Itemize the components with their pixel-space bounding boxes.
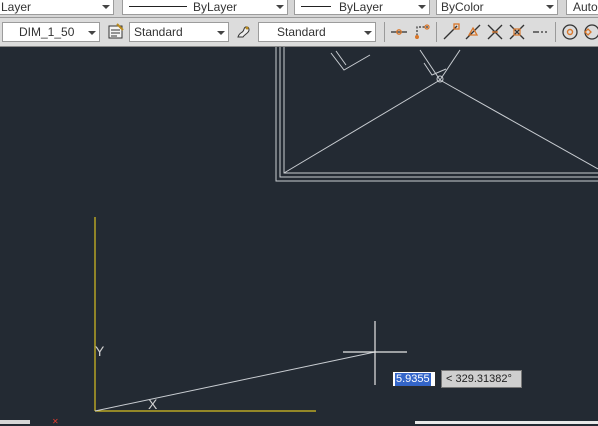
roof-geometry bbox=[283, 49, 598, 174]
lineweight-sample bbox=[301, 6, 331, 7]
color-dropdown[interactable]: ByColor bbox=[436, 0, 558, 15]
dimstyle-dropdown[interactable]: DIM_1_50 bbox=[2, 22, 100, 42]
close-icon[interactable]: ✕ bbox=[52, 418, 60, 426]
textstyle-dropdown-value: Standard bbox=[134, 25, 183, 39]
properties-toolbar: Layer ByLayer ByLayer ByColor Auto bbox=[0, 0, 598, 18]
snap-intersection-icon[interactable] bbox=[485, 22, 505, 42]
temporary-track-point-graphic bbox=[391, 29, 407, 35]
chevron-down-icon bbox=[418, 5, 426, 9]
snap-extension-graphic bbox=[533, 31, 549, 33]
linetype-dropdown-value: ByLayer bbox=[193, 0, 238, 14]
lineweight-dropdown-value: ByLayer bbox=[339, 0, 384, 14]
snap-quadrant-graphic bbox=[584, 24, 598, 40]
layer-dropdown[interactable]: Layer bbox=[0, 0, 114, 15]
styles-toolbar: DIM_1_50 Standard Standard bbox=[0, 18, 598, 47]
distance-input[interactable]: 5.9355 bbox=[392, 371, 436, 387]
linetype-sample bbox=[129, 6, 187, 7]
drawing-canvas[interactable]: Y X bbox=[0, 47, 598, 424]
snap-center-graphic bbox=[562, 24, 578, 40]
distance-input-value: 5.9355 bbox=[395, 373, 431, 386]
snap-from-icon[interactable] bbox=[412, 22, 432, 42]
dimstyle-dropdown-value: DIM_1_50 bbox=[19, 25, 75, 39]
chevron-down-icon bbox=[546, 5, 554, 9]
snap-endpoint-graphic bbox=[443, 23, 460, 40]
snap-quadrant-icon[interactable] bbox=[582, 22, 598, 42]
linetype-dropdown[interactable]: ByLayer bbox=[122, 0, 288, 15]
snap-midpoint-icon[interactable] bbox=[463, 22, 483, 42]
plotstyle-dropdown-value: Auto bbox=[573, 0, 598, 14]
toolbar-separator bbox=[555, 22, 556, 42]
chevron-down-icon bbox=[276, 5, 284, 9]
color-dropdown-value: ByColor bbox=[441, 0, 484, 14]
ucs-icon: Y X bbox=[94, 217, 316, 412]
room-outline bbox=[275, 47, 598, 182]
snap-center-icon[interactable] bbox=[560, 22, 580, 42]
toolbar-separator bbox=[436, 22, 437, 42]
toolbar-separator bbox=[384, 22, 385, 42]
text-style-icon-graphic bbox=[108, 23, 124, 39]
table-style-icon[interactable] bbox=[234, 22, 254, 42]
temporary-track-point-icon[interactable] bbox=[389, 22, 409, 42]
chevron-down-icon bbox=[88, 31, 96, 35]
lineweight-dropdown[interactable]: ByLayer bbox=[294, 0, 430, 15]
tablestyle-dropdown-value: Standard bbox=[277, 25, 326, 39]
tablestyle-dropdown[interactable]: Standard bbox=[258, 22, 376, 42]
ucs-y-label: Y bbox=[95, 343, 105, 359]
snap-apparent-intersection-graphic bbox=[509, 24, 525, 40]
snap-intersection-graphic bbox=[487, 24, 503, 40]
snap-apparent-intersection-icon[interactable] bbox=[507, 22, 527, 42]
model-tab-edge[interactable] bbox=[0, 420, 30, 424]
chevron-down-icon bbox=[102, 5, 110, 9]
textstyle-dropdown[interactable]: Standard bbox=[129, 22, 229, 42]
plotstyle-dropdown[interactable]: Auto bbox=[566, 0, 598, 15]
rubber-band-line bbox=[94, 351, 376, 412]
chevron-down-icon bbox=[364, 31, 372, 35]
angle-tooltip: < 329.31382° bbox=[441, 370, 522, 388]
snap-midpoint-graphic bbox=[465, 24, 481, 40]
table-style-icon-graphic bbox=[237, 26, 250, 38]
text-style-icon[interactable] bbox=[106, 22, 126, 42]
layer-dropdown-value: Layer bbox=[1, 0, 32, 14]
chevron-down-icon bbox=[217, 31, 225, 35]
snap-from-graphic bbox=[415, 24, 430, 39]
snap-extension-icon[interactable] bbox=[531, 22, 551, 42]
snap-endpoint-icon[interactable] bbox=[441, 22, 461, 42]
